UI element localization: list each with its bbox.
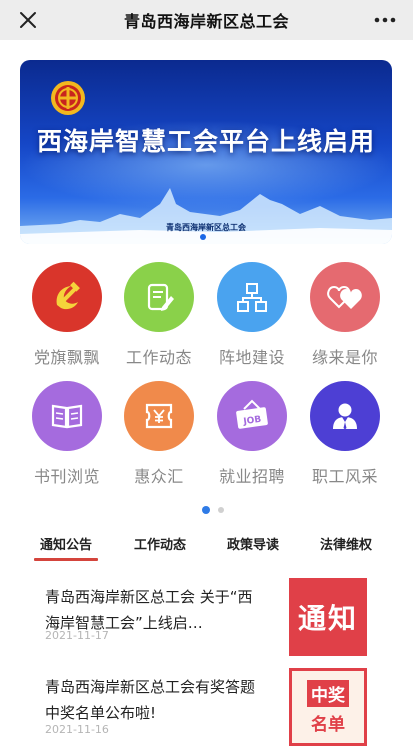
tile-label: 惠众汇 (134, 467, 184, 486)
tile-zhendijianshe[interactable]: 阵地建设 (207, 262, 297, 372)
hammer-sickle-icon (32, 262, 102, 332)
pager-dot[interactable] (218, 507, 224, 513)
tile-label: 职工风采 (311, 467, 378, 486)
banner-subtitle: 青岛西海岸新区总工会 (166, 223, 246, 232)
tile-gongzuodongtai[interactable]: 工作动态 (114, 262, 204, 372)
pager-dot-active[interactable] (202, 506, 210, 514)
tile-label: 缘来是你 (311, 348, 378, 367)
tile-dangqi[interactable]: 党旗飘飘 (22, 262, 112, 372)
thumb-text: 通知 (297, 602, 358, 635)
tile-zhigongfengcai[interactable]: 职工风采 (300, 381, 390, 491)
thumb-text: 名单 (311, 714, 345, 735)
tile-label: 书刊浏览 (33, 467, 100, 486)
tile-huizhonghui[interactable]: 惠众汇 (114, 381, 204, 491)
open-book-icon (32, 381, 102, 451)
news-date: 2021-11-16 (45, 723, 109, 736)
news-title: 青岛西海岸新区总工会有奖答题中奖名单公布啦! (45, 678, 256, 722)
tab-gongzuodongtai[interactable]: 工作动态 (134, 534, 186, 553)
tile-shukanliulan[interactable]: 书刊浏览 (22, 381, 112, 491)
top-bar: 青岛西海岸新区总工会 (0, 0, 413, 40)
thumb-text: 中奖 (307, 679, 349, 707)
org-chart-icon (217, 262, 287, 332)
tile-label: 工作动态 (125, 348, 192, 367)
news-item[interactable]: 青岛西海岸新区总工会 关于“西海岸智慧工会”上线启… 2021-11-17 通知 (0, 578, 413, 668)
more-icon[interactable] (373, 10, 397, 30)
worker-icon (310, 381, 380, 451)
news-thumbnail: 中奖 名单 (289, 668, 367, 746)
news-date: 2021-11-17 (45, 629, 109, 642)
tab-falvweiquan[interactable]: 法律维权 (320, 534, 372, 553)
banner-headline: 西海岸智慧工会平台上线启用 (36, 127, 375, 156)
hearts-icon (310, 262, 380, 332)
job-sign-icon: JOB (217, 381, 287, 451)
tile-jiuyezhaopin[interactable]: JOB 就业招聘 (207, 381, 297, 491)
tab-tongzhigonggao[interactable]: 通知公告 (33, 534, 99, 561)
tile-label: 就业招聘 (218, 467, 285, 486)
edit-document-icon (124, 262, 194, 332)
tile-label: 阵地建设 (218, 348, 285, 367)
tab-zhengcedaodu[interactable]: 政策导读 (227, 534, 279, 553)
union-emblem-icon (51, 81, 85, 115)
banner-carousel[interactable]: 西海岸智慧工会平台上线启用 青岛西海岸新区总工会 (20, 60, 392, 244)
page-title: 青岛西海岸新区总工会 (123, 12, 289, 31)
city-skyline (20, 188, 392, 244)
grid-pager (0, 506, 413, 514)
close-icon[interactable] (14, 6, 42, 34)
tile-label: 党旗飘飘 (33, 348, 100, 367)
tile-yuanlaishini[interactable]: 缘来是你 (300, 262, 390, 372)
banner-dot-active (200, 234, 206, 240)
yen-ticket-icon (124, 381, 194, 451)
news-thumbnail: 通知 (289, 578, 367, 656)
news-item[interactable]: 青岛西海岸新区总工会有奖答题中奖名单公布啦! 2021-11-16 中奖 名单 (0, 668, 413, 754)
news-tabs: 通知公告 工作动态 政策导读 法律维权 (0, 528, 413, 562)
